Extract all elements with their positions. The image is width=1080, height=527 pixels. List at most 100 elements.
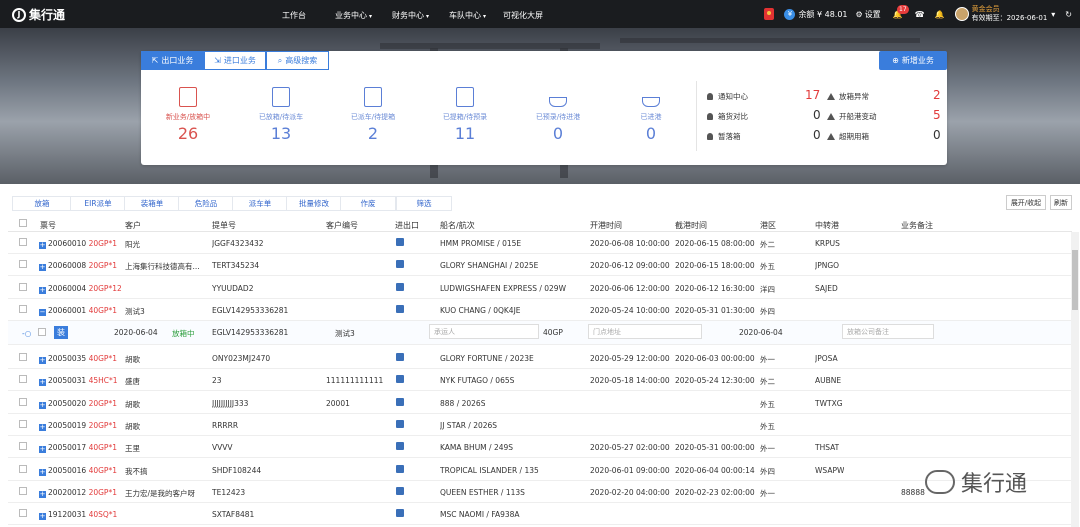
document-icon[interactable] <box>396 282 404 291</box>
col-customer[interactable]: 客户 <box>125 220 141 231</box>
ticket-cell[interactable]: +20050031 45HC*1 <box>39 376 118 387</box>
release-exception-count[interactable]: 2 <box>933 88 941 102</box>
stat-in-port[interactable]: 已进港 0 <box>611 87 691 143</box>
document-icon[interactable] <box>396 260 404 269</box>
ticket-cell[interactable]: −20060001 40GP*1 <box>39 306 117 316</box>
tab-advanced-search[interactable]: ⌕ 高级搜索 <box>266 51 329 70</box>
document-icon[interactable] <box>396 464 404 473</box>
table-row[interactable]: +20060004 20GP*12 YYUUDAD2 LUDWIGSHAFEN EX… <box>8 277 1072 299</box>
ticket-cell[interactable]: +19120031 40SQ*1 <box>39 510 117 521</box>
table-row[interactable]: +20060008 20GP*1 上海集行科技德高有... TERT345234 GL… <box>8 254 1072 277</box>
notice-release-exception[interactable]: 放箱异常 <box>827 91 869 102</box>
ticket-cell[interactable]: +20060004 20GP*12 <box>39 284 122 294</box>
document-icon[interactable] <box>396 375 404 384</box>
address-input[interactable]: 门点地址 <box>588 324 702 339</box>
expand-plus-icon[interactable]: + <box>39 264 46 272</box>
expand-plus-icon[interactable]: + <box>39 490 46 498</box>
row-checkbox[interactable] <box>19 238 27 246</box>
notice-center-count[interactable]: 17 <box>805 88 820 102</box>
expand-plus-icon[interactable]: + <box>39 286 46 294</box>
user-menu[interactable]: 黄金会员 有效期至：2026-06-01 ▾ <box>954 5 1055 23</box>
nav-workbench[interactable]: 工作台 <box>282 10 306 21</box>
col-vessel[interactable]: 船名/航次 <box>440 220 475 231</box>
col-open[interactable]: 开港时间 <box>590 220 622 231</box>
row-checkbox[interactable] <box>19 260 27 269</box>
batch-edit-button[interactable]: 批量修改 <box>286 196 342 211</box>
col-ticket[interactable]: 票号 <box>40 220 56 231</box>
ticket-cell[interactable]: +20050016 40GP*1 <box>39 466 117 476</box>
document-icon[interactable] <box>396 509 404 518</box>
ticket-cell[interactable]: +20050017 40GP*1 <box>39 443 117 454</box>
void-button[interactable]: 作废 <box>340 196 396 211</box>
document-icon[interactable] <box>396 397 404 406</box>
dispatch-button[interactable]: 派车单 <box>232 196 288 211</box>
expand-plus-icon[interactable]: + <box>39 446 46 454</box>
refresh-button[interactable]: 刷新 <box>1050 195 1072 210</box>
stat-dispatched[interactable]: 已派车/待提箱 2 <box>333 87 413 143</box>
expand-plus-icon[interactable]: + <box>39 401 46 409</box>
load-tag[interactable]: 装 <box>54 326 68 339</box>
col-bl[interactable]: 提单号 <box>212 220 236 231</box>
new-business-button[interactable]: ⊕ 新增业务 <box>879 51 947 70</box>
table-row[interactable]: +20050031 45HC*1 盛唐 23 111111111111 NYK FUTA… <box>8 369 1072 392</box>
document-icon[interactable] <box>396 419 404 428</box>
cargo-compare-count[interactable]: 0 <box>813 108 821 122</box>
scrollbar-thumb[interactable] <box>1072 250 1078 310</box>
ticket-cell[interactable]: +20050035 40GP*1 <box>39 354 117 364</box>
notice-overdue[interactable]: 超期用箱 <box>827 131 869 142</box>
col-customer-no[interactable]: 客户编号 <box>326 220 358 231</box>
col-note[interactable]: 业务备注 <box>901 220 933 231</box>
ticket-cell[interactable]: +20050019 20GP*1 <box>39 421 117 431</box>
col-area[interactable]: 港区 <box>760 220 776 231</box>
row-checkbox[interactable] <box>19 442 27 451</box>
row-checkbox[interactable] <box>19 397 27 406</box>
col-cut[interactable]: 截港时间 <box>675 220 707 231</box>
col-io[interactable]: 进出口 <box>395 220 419 231</box>
notice-temp-drop[interactable]: 暂落箱 <box>707 131 741 142</box>
overdue-count[interactable]: 0 <box>933 128 941 142</box>
document-icon[interactable] <box>396 304 404 313</box>
packing-list-button[interactable]: 装箱单 <box>124 196 180 211</box>
document-icon[interactable] <box>396 238 404 246</box>
settings-button[interactable]: ⚙ 设置 <box>856 9 881 20</box>
document-icon[interactable] <box>396 486 404 495</box>
row-checkbox[interactable] <box>19 304 27 313</box>
nav-fleet[interactable]: 车队中心 ▾ <box>449 10 486 21</box>
nav-dashboard[interactable]: 可视化大屏 <box>503 10 543 21</box>
row-checkbox[interactable] <box>19 464 27 473</box>
row-checkbox[interactable] <box>19 486 27 495</box>
eir-dispatch-button[interactable]: EIR派单 <box>70 196 126 211</box>
stat-prerecorded[interactable]: 已预录/待进港 0 <box>518 87 598 143</box>
select-all-checkbox[interactable] <box>19 219 27 227</box>
tab-export[interactable]: ⇱ 出口业务 <box>141 51 204 70</box>
refresh-icon[interactable]: ↻ <box>1065 10 1072 19</box>
row-checkbox[interactable] <box>19 509 27 518</box>
carrier-input[interactable]: 承运人 <box>429 324 539 339</box>
table-row[interactable]: −20060001 40GP*1 测试3 EGLV142953336281 KUO C… <box>8 299 1072 321</box>
table-row[interactable]: +19120031 40SQ*1 SXTAF8481 MSC NAOMI / FA9… <box>8 503 1072 526</box>
dangerous-goods-button[interactable]: 危险品 <box>178 196 234 211</box>
table-row[interactable]: +20060010 20GP*1 阳光 JGGF4323432 HMM PROMISE… <box>8 232 1072 254</box>
row-checkbox[interactable] <box>38 328 46 336</box>
notice-center[interactable]: 通知中心 <box>707 91 748 102</box>
row-checkbox[interactable] <box>19 353 27 361</box>
expand-plus-icon[interactable]: + <box>39 468 46 476</box>
expand-collapse-button[interactable]: 展开/收起 <box>1006 195 1046 210</box>
ticket-cell[interactable]: +20060010 20GP*1 <box>39 239 117 249</box>
col-transit[interactable]: 中转港 <box>815 220 839 231</box>
stat-picked-up[interactable]: 已提箱/待预录 11 <box>425 87 505 143</box>
notification-button[interactable]: 🔔 17 <box>893 4 909 19</box>
balance[interactable]: 余额 ¥ 48.01 <box>798 9 847 20</box>
app-logo[interactable]: J 集行通 <box>12 6 65 23</box>
release-box-button[interactable]: 放箱 <box>12 196 72 211</box>
notice-cargo-compare[interactable]: 箱货对比 <box>707 111 748 122</box>
expand-plus-icon[interactable]: + <box>39 242 46 249</box>
expand-plus-icon[interactable]: + <box>39 357 46 364</box>
ticket-cell[interactable]: +20050020 20GP*1 <box>39 399 117 409</box>
notice-port-change[interactable]: 开船港变动 <box>827 111 877 122</box>
table-row[interactable]: +20050020 20GP*1 胡歌 JJJJJJJJJJ333 20001 888 … <box>8 392 1072 414</box>
expand-plus-icon[interactable]: − <box>39 308 46 316</box>
message-icon[interactable]: 🔔 <box>935 10 945 19</box>
document-icon[interactable] <box>396 353 404 361</box>
phone-icon[interactable]: ☎ <box>915 10 925 19</box>
